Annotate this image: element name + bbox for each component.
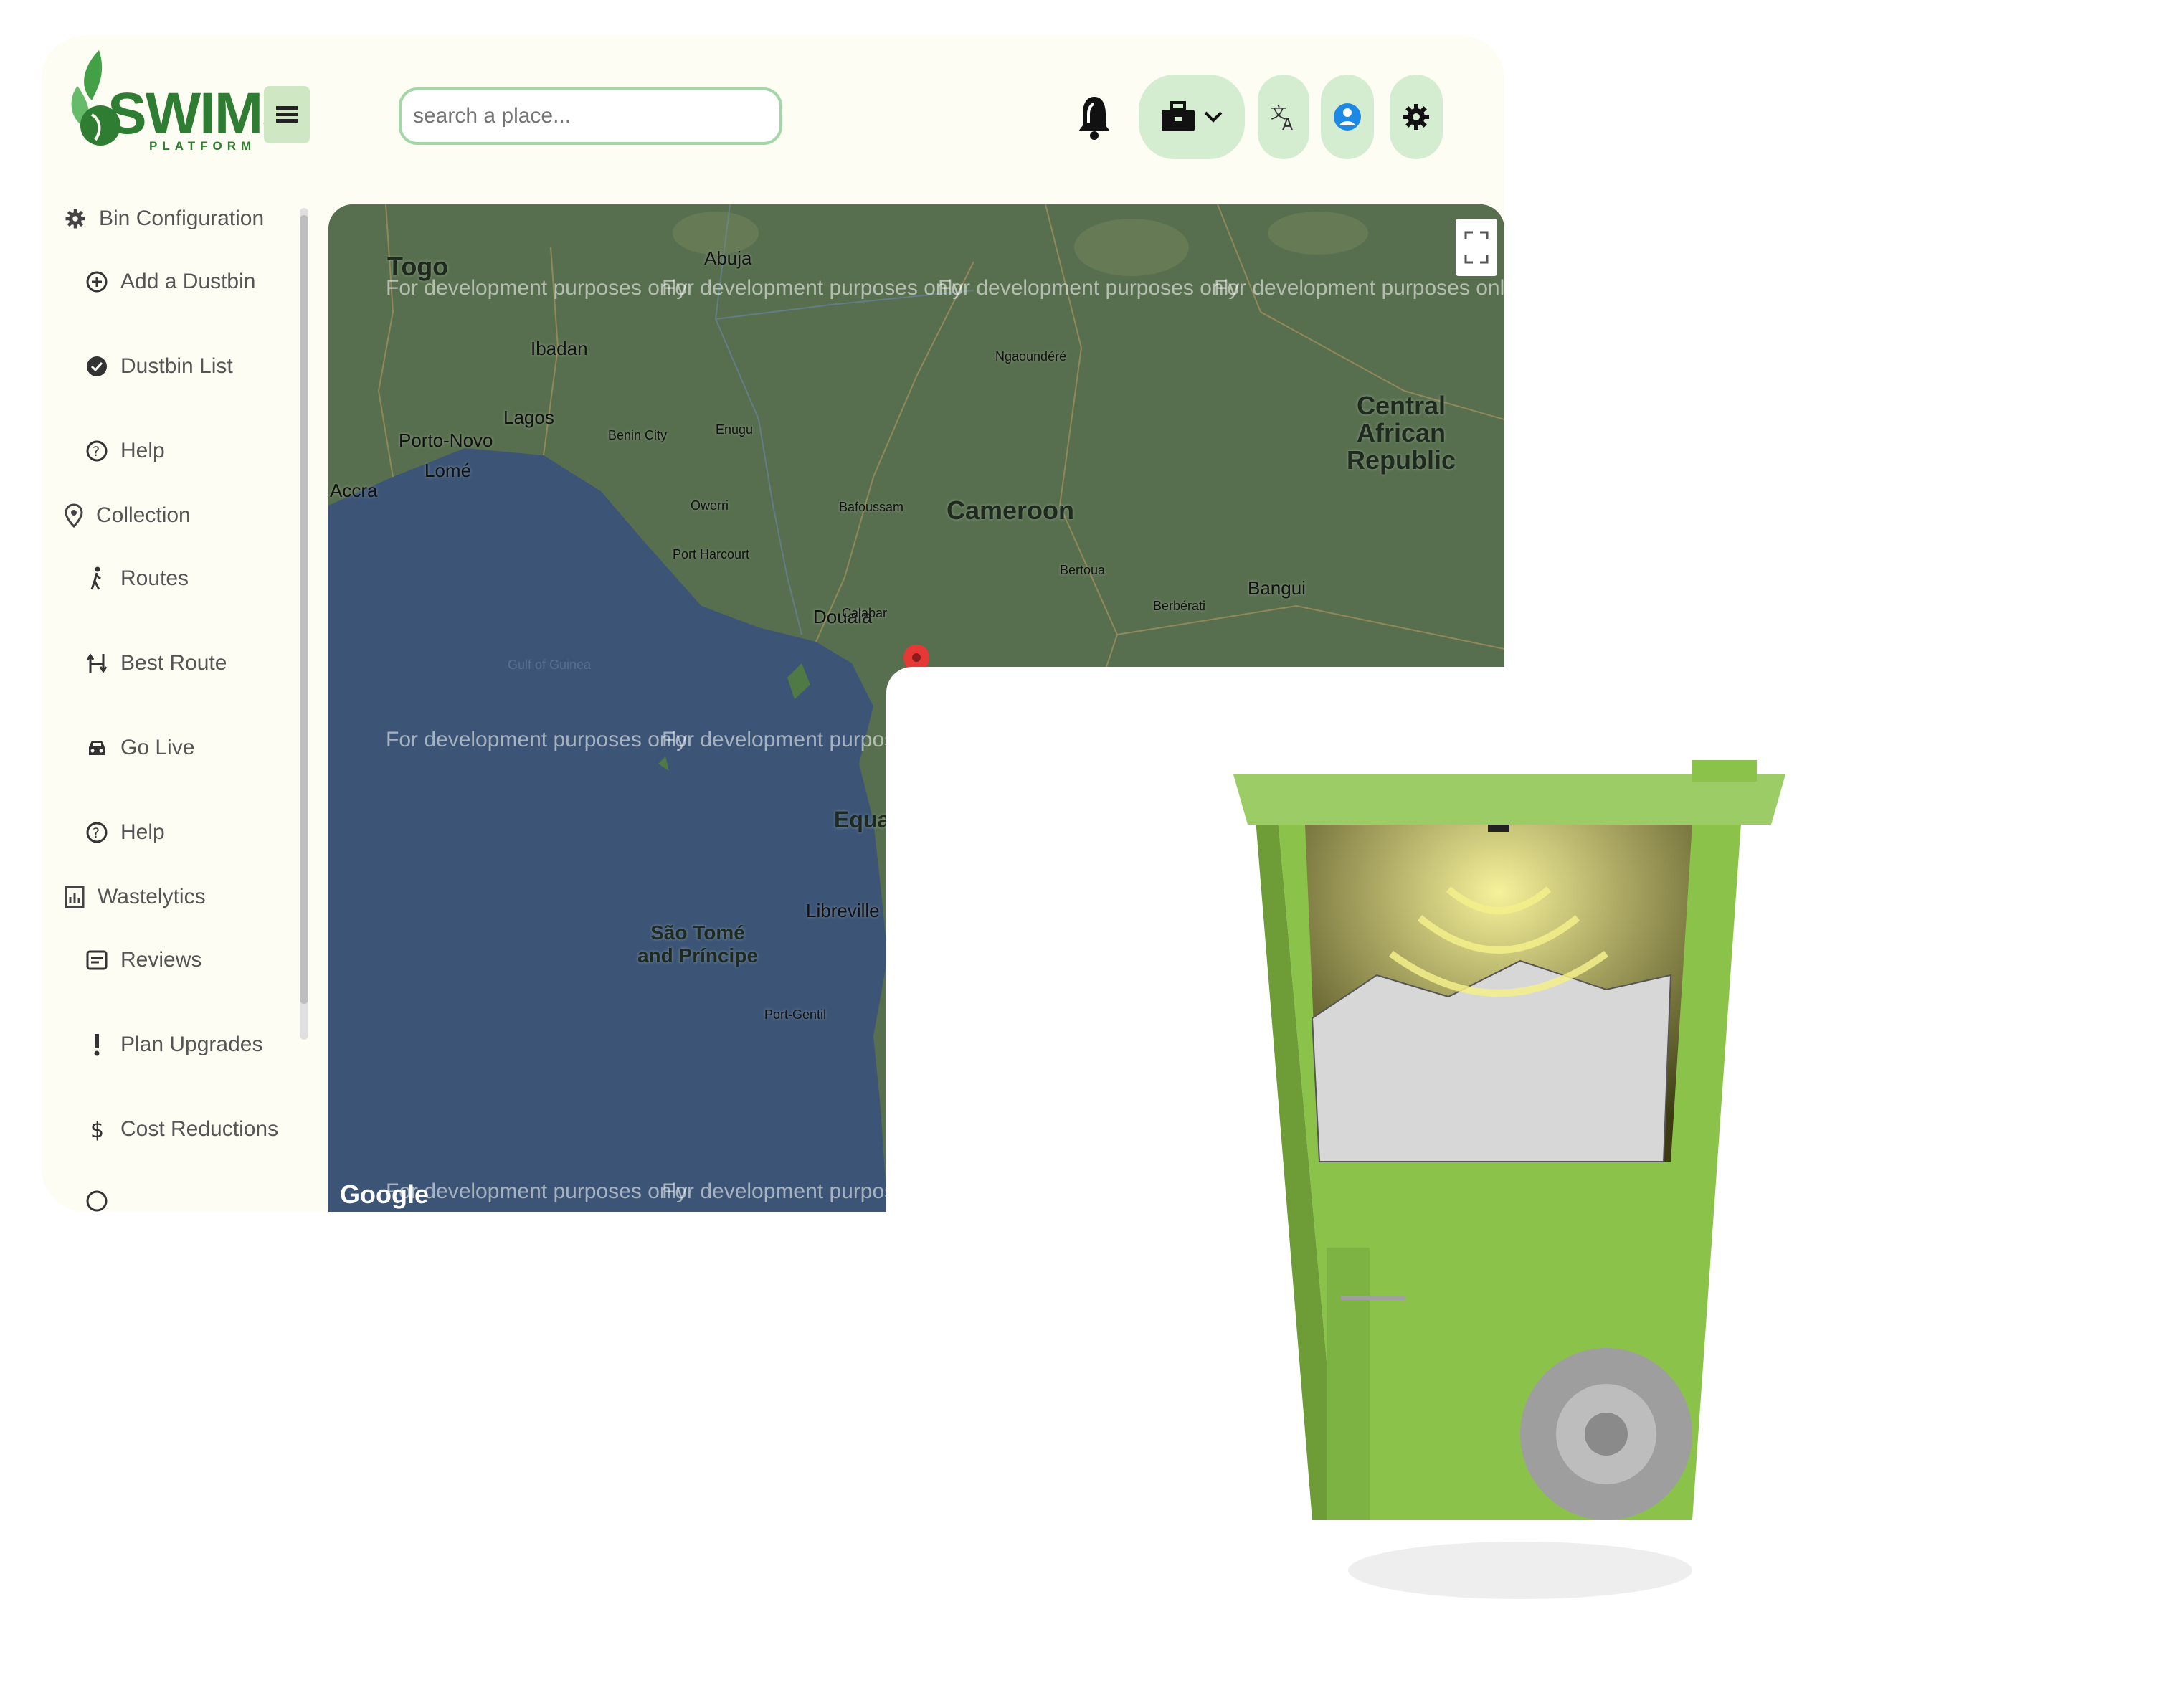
sidebar: Bin Configuration Add a Dustbin Dustbin … xyxy=(42,186,321,1212)
map-watermark: For development purposes only xyxy=(938,276,1240,300)
user-icon xyxy=(1334,103,1361,131)
fullscreen-icon xyxy=(1464,231,1489,264)
plus-circle-icon xyxy=(86,271,108,293)
sidebar-item-plan-upgrades[interactable]: Plan Upgrades xyxy=(86,1033,262,1057)
menu-toggle-button[interactable] xyxy=(264,86,310,143)
list-circle-icon xyxy=(87,356,107,376)
sidebar-item-label: Plan Upgrades xyxy=(120,1033,263,1056)
brand-tagline: PLATFORM xyxy=(149,139,257,153)
map-watermark: For development purposes only xyxy=(1214,276,1504,300)
profile-button[interactable] xyxy=(1321,75,1374,159)
gear-icon xyxy=(1403,104,1429,130)
walk-icon xyxy=(90,566,101,590)
map-label-city: Enugu xyxy=(716,422,754,437)
dollar-icon: $ xyxy=(90,1118,104,1142)
workspace-dropdown[interactable] xyxy=(1139,75,1245,159)
sidebar-item-go-live[interactable]: Go Live xyxy=(86,736,194,760)
map-label-country: São Tomé and Príncipe xyxy=(637,921,759,967)
sidebar-item-partial[interactable] xyxy=(86,1190,108,1212)
chevron-down-icon xyxy=(1204,111,1223,123)
svg-text:$: $ xyxy=(90,1118,104,1142)
map-watermark: For development purposes only xyxy=(662,276,964,300)
map-label-city: Bertoua xyxy=(1060,563,1106,577)
bell-icon xyxy=(1078,97,1110,140)
sidebar-item-reviews[interactable]: Reviews xyxy=(86,948,201,972)
sidebar-section-label: Collection xyxy=(96,503,191,527)
map-watermark: For development purposes only xyxy=(386,728,688,751)
sidebar-item-dustbin-list[interactable]: Dustbin List xyxy=(86,354,233,379)
search-input[interactable] xyxy=(399,87,782,145)
sidebar-section-label: Bin Configuration xyxy=(99,207,265,230)
sidebar-section-collection[interactable]: Collection xyxy=(65,503,191,528)
sidebar-item-label: Best Route xyxy=(120,651,227,675)
sidebar-item-add-dustbin[interactable]: Add a Dustbin xyxy=(86,270,255,294)
sidebar-item-routes[interactable]: Routes xyxy=(86,566,189,591)
google-attribution: Google xyxy=(340,1180,429,1209)
smart-bin-image xyxy=(1233,760,1785,1599)
map-watermark: For development purposes only xyxy=(386,1180,688,1203)
map-label-city: Benin City xyxy=(608,428,668,442)
sidebar-item-help[interactable]: ? Help xyxy=(86,820,165,845)
sidebar-item-cost-reductions[interactable]: $ Cost Reductions xyxy=(86,1117,278,1142)
map-label-city: Port-Gentil xyxy=(764,1007,827,1022)
map-label-city: Bangui xyxy=(1248,577,1306,599)
sidebar-section-label: Wastelytics xyxy=(98,885,206,908)
map-label-water: Gulf of Guinea xyxy=(508,658,592,672)
map-label-city: Port Harcourt xyxy=(673,547,750,561)
map-label-city: Ibadan xyxy=(531,338,588,359)
map-label-country: Cameroon xyxy=(947,495,1075,525)
map-label-city: Calabar xyxy=(842,606,888,620)
sidebar-item-label: Dustbin List xyxy=(120,354,233,378)
sidebar-scroll-thumb[interactable] xyxy=(300,215,308,1004)
sidebar-item-best-route[interactable]: Best Route xyxy=(86,651,227,675)
help-icon: ? xyxy=(86,440,108,462)
reviews-icon xyxy=(86,950,108,970)
map-label-city: Accra xyxy=(330,480,378,501)
analytics-icon xyxy=(65,886,85,908)
sidebar-item-help[interactable]: ? Help xyxy=(86,439,165,463)
exclamation-icon xyxy=(94,1034,100,1056)
sidebar-section-wastelytics[interactable]: Wastelytics xyxy=(65,885,206,909)
svg-text:?: ? xyxy=(93,444,100,460)
map-label-city: Bafoussam xyxy=(839,500,904,514)
map-label-city: Ngaoundéré xyxy=(995,349,1067,364)
map-label-country: Central African Republic xyxy=(1346,391,1456,475)
sidebar-item-label: Reviews xyxy=(120,948,202,972)
help-icon: ? xyxy=(86,822,108,843)
translate-icon: 文 A xyxy=(1271,105,1293,131)
map-label-city: Lomé xyxy=(425,460,472,481)
briefcase-icon xyxy=(1162,101,1195,131)
sidebar-item-label: Help xyxy=(120,439,165,462)
sidebar-item-label: Add a Dustbin xyxy=(120,270,256,293)
fullscreen-button[interactable] xyxy=(1456,219,1497,276)
map-label-city: Berbérati xyxy=(1153,599,1206,613)
menu-icon xyxy=(276,106,298,123)
gear-icon xyxy=(65,209,85,229)
route-icon xyxy=(86,653,108,673)
sidebar-item-label: Cost Reductions xyxy=(120,1117,279,1141)
sidebar-section-bin-configuration[interactable]: Bin Configuration xyxy=(65,207,264,231)
notifications-button[interactable] xyxy=(1066,75,1123,159)
map-label-country: Togo xyxy=(387,252,449,281)
map-label-city: Porto-Novo xyxy=(399,430,493,451)
sidebar-item-label: Routes xyxy=(120,566,189,590)
svg-text:?: ? xyxy=(93,825,100,841)
language-button[interactable]: 文 A xyxy=(1258,75,1309,159)
map-label-city: Abuja xyxy=(704,247,752,269)
sidebar-item-label: Go Live xyxy=(120,736,195,759)
car-icon xyxy=(89,741,105,755)
map-label-city: Owerri xyxy=(691,498,729,513)
map-label-city: Libreville xyxy=(806,900,880,921)
location-pin-icon xyxy=(65,503,83,528)
sidebar-item-label: Help xyxy=(120,820,165,844)
swims-logo: SWIMS PLATFORM xyxy=(63,43,301,165)
map-label-city: Lagos xyxy=(503,407,554,428)
svg-text:A: A xyxy=(1282,116,1293,131)
help-icon xyxy=(86,1190,108,1212)
settings-button[interactable] xyxy=(1390,75,1443,159)
